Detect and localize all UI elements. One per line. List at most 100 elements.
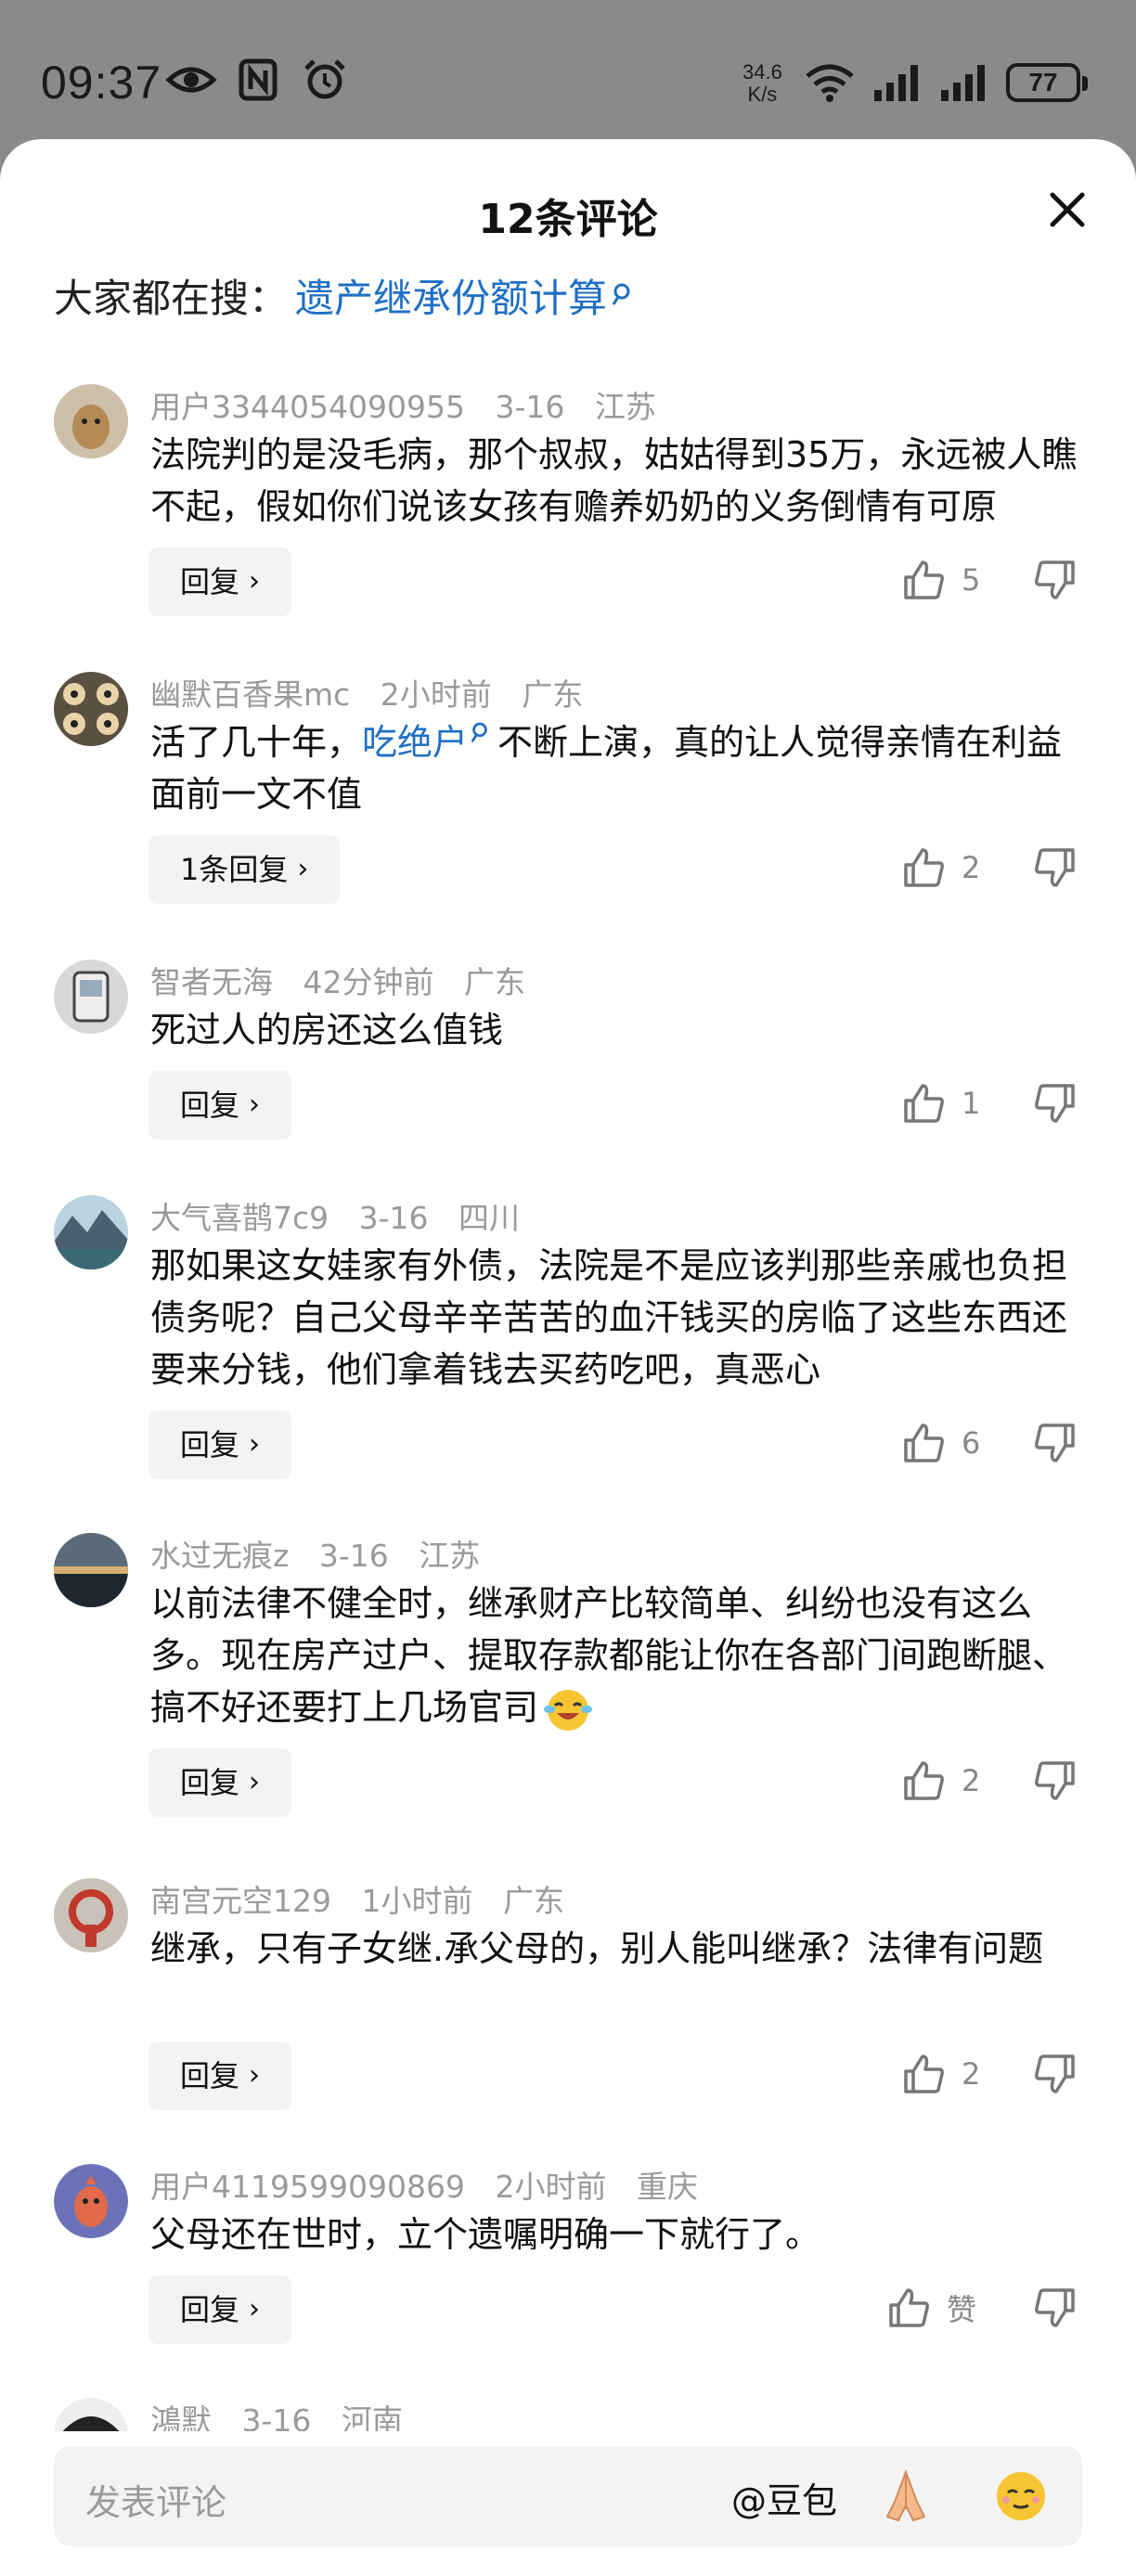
thumbs-down-icon	[1035, 2054, 1075, 2093]
dislike-button[interactable]	[1034, 2286, 1077, 2333]
comment-meta: 水过无痕z 3-16 江苏	[150, 1531, 500, 1576]
thumbs-up-icon	[904, 1084, 944, 1123]
reply-button[interactable]: 回复 ›	[148, 2041, 292, 2110]
search-prefix: 大家都在搜：	[54, 276, 289, 321]
wifi-icon	[806, 64, 854, 102]
chevron-right-icon: ›	[249, 2293, 261, 2325]
username[interactable]: 用户3344054090955	[150, 389, 465, 425]
comment-text: 活了几十年，吃绝户 不断上演，真的让人觉得亲情在利益面前一文不值	[150, 722, 1063, 815]
like-button[interactable]: 赞	[887, 2286, 976, 2329]
username[interactable]: 用户4119599090869	[150, 2169, 465, 2205]
avatar[interactable]	[54, 960, 128, 1034]
like-button[interactable]: 2	[902, 2053, 980, 2095]
like-count: 1	[962, 1086, 981, 1121]
thumbs-down-icon	[1035, 2288, 1075, 2327]
chevron-right-icon: ›	[249, 1766, 261, 1798]
like-count: 2	[962, 850, 981, 885]
avatar[interactable]	[54, 2164, 128, 2238]
username[interactable]: 智者无海	[150, 964, 273, 1000]
thumbs-up-icon	[904, 1761, 944, 1800]
status-icons-right: 77	[804, 61, 1088, 104]
search-icon	[612, 283, 630, 305]
comment-time: 3-16	[241, 2402, 312, 2431]
comment-meta: 用户3344054090955 3-16 江苏	[150, 382, 677, 427]
comment-text: 以前法律不健全时，继承财产比较简单、纠纷也没有这么多。现在房产过户、提取存款都能…	[150, 1578, 1088, 1733]
reply-button[interactable]: 回复 ›	[148, 2275, 292, 2344]
signal-icon-2	[941, 65, 985, 101]
dislike-button[interactable]	[1034, 1082, 1077, 1128]
dislike-button[interactable]	[1034, 2053, 1077, 2099]
chevron-right-icon: ›	[249, 2059, 261, 2092]
comment-region: 广东	[503, 1883, 564, 1919]
comment-text: 继承，只有子女继.承父母的，别人能叫继承？法律有问题	[150, 1928, 1044, 1969]
comment-time: 3-16	[495, 389, 565, 425]
chevron-right-icon: ›	[249, 1088, 261, 1121]
comment-meta: 鴻默 3-16 河南	[150, 2396, 423, 2431]
search-suggestion-link[interactable]: 遗产继承份额计算	[295, 267, 607, 324]
dislike-button[interactable]	[1034, 846, 1077, 893]
avatar[interactable]	[54, 1533, 128, 1607]
comment-region: 江苏	[419, 1538, 481, 1574]
comment-time: 3-16	[358, 1200, 429, 1236]
like-button[interactable]: 1	[902, 1082, 980, 1125]
sheet-title: 12条评论	[478, 196, 658, 243]
comment-meta: 南宫元空129 1小时前 广东	[150, 1876, 585, 1921]
praying-hands-icon[interactable]	[874, 2465, 937, 2528]
reply-button[interactable]: 回复 ›	[148, 1748, 292, 1817]
comment-input-placeholder: 发表评论	[85, 2482, 227, 2523]
search-icon	[471, 722, 487, 742]
dislike-button[interactable]	[1034, 1422, 1077, 1468]
reply-button[interactable]: 1条回复 ›	[148, 835, 341, 904]
comment-region: 四川	[458, 1200, 521, 1236]
reply-button[interactable]: 回复 ›	[148, 1071, 292, 1140]
like-count: 6	[962, 1425, 981, 1461]
laughing-crying-emoji-icon	[544, 1689, 593, 1731]
thumbs-down-icon	[1035, 1084, 1075, 1123]
comment-text: 死过人的房还这么值钱	[150, 1010, 504, 1050]
username[interactable]: 鴻默	[150, 2402, 212, 2431]
keyword-link[interactable]: 吃绝户	[362, 722, 468, 763]
dislike-button[interactable]	[1034, 1759, 1077, 1806]
comment-region: 广东	[522, 676, 584, 713]
thumbs-down-icon	[1035, 848, 1075, 887]
like-button[interactable]: 2	[902, 846, 980, 889]
reply-button[interactable]: 回复 ›	[148, 547, 292, 616]
avatar[interactable]	[54, 1195, 128, 1269]
chevron-right-icon: ›	[249, 1428, 261, 1461]
username[interactable]: 大气喜鹊7c9	[150, 1200, 329, 1236]
nfc-icon	[239, 58, 278, 101]
username[interactable]: 南宫元空129	[150, 1883, 331, 1919]
thumbs-up-icon	[904, 848, 944, 887]
comment-list[interactable]: 用户3344054090955 3-16 江苏 法院判的是没毛病，那个叔叔，姑姑…	[0, 380, 1136, 2431]
comment-time: 2小时前	[495, 2169, 607, 2205]
like-count: 2	[962, 2056, 981, 2092]
comment-input[interactable]: 发表评论 @豆包	[54, 2446, 1082, 2546]
mention-doubao-button[interactable]: @豆包	[731, 2472, 837, 2523]
search-suggestion: 大家都在搜： 遗产继承份额计算	[54, 267, 633, 324]
avatar[interactable]	[54, 1878, 128, 1952]
avatar[interactable]	[54, 672, 128, 746]
comment-region: 河南	[341, 2402, 403, 2431]
avatar[interactable]	[54, 384, 128, 458]
like-count: 赞	[947, 2292, 977, 2327]
close-icon[interactable]	[1045, 187, 1090, 232]
alarm-icon	[304, 59, 345, 99]
like-button[interactable]: 6	[902, 1422, 980, 1464]
like-count: 5	[962, 562, 981, 598]
eye-icon	[165, 67, 217, 93]
dislike-button[interactable]	[1034, 559, 1077, 605]
comment-text: 那如果这女娃家有外债，法院是不是应该判那些亲戚也负担债务呢？自己父母辛辛苦苦的血…	[150, 1245, 1068, 1390]
thumbs-up-icon	[904, 560, 944, 599]
chevron-right-icon: ›	[249, 565, 261, 598]
comments-sheet: 12条评论 大家都在搜： 遗产继承份额计算 用户3344054090955 3-…	[0, 139, 1136, 2576]
username[interactable]: 水过无痕z	[150, 1538, 289, 1574]
emoji-face-icon[interactable]	[989, 2465, 1052, 2528]
like-button[interactable]: 5	[902, 559, 980, 601]
thumbs-down-icon	[1035, 1761, 1075, 1800]
avatar[interactable]	[54, 2398, 128, 2431]
like-button[interactable]: 2	[902, 1759, 980, 1802]
thumbs-up-icon	[904, 1423, 944, 1462]
username[interactable]: 幽默百香果mc	[150, 676, 350, 713]
reply-button[interactable]: 回复 ›	[148, 1410, 292, 1479]
comment-time: 42分钟前	[303, 964, 434, 1000]
